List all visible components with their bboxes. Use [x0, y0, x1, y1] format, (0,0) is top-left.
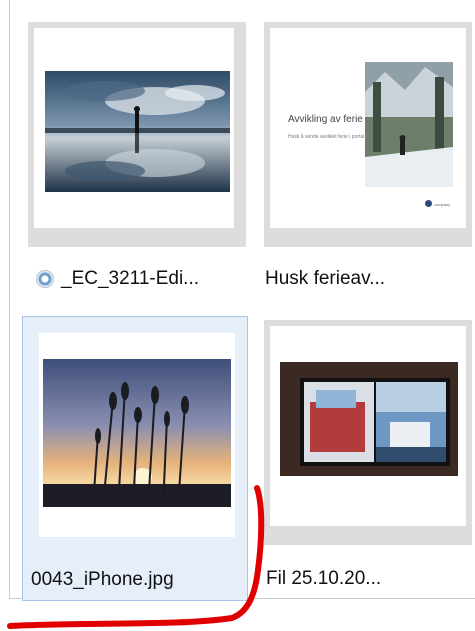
company-logo-icon	[425, 200, 432, 207]
file-tile-husk-ferieav[interactable]: Avvikling av ferie Husk å sende avviklet…	[260, 18, 475, 298]
mountain-snow-image	[365, 62, 453, 187]
file-name-label: _EC_3211-Edi...	[61, 268, 200, 289]
thumbnail-slide-mountain-photo	[365, 62, 453, 187]
thumbnail-frame	[264, 320, 472, 545]
file-tile-ec3211[interactable]: _EC_3211-Edi...	[24, 18, 250, 298]
slide-subtitle-text: Husk å sende avviklet ferie i portal	[288, 134, 365, 140]
lake-reflection-image	[45, 71, 230, 192]
thumbnail-frame: Avvikling av ferie Husk å sende avviklet…	[264, 22, 472, 247]
reeds-sunset-image	[43, 359, 231, 507]
file-name-label: Fil 25.10.20...	[266, 568, 382, 589]
thumbnail-paper: Avvikling av ferie Husk å sende avviklet…	[270, 28, 466, 228]
pane-divider-left	[9, 0, 10, 598]
thumbnail-reeds-sunset-photo	[43, 359, 231, 507]
thumbnail-frame	[28, 22, 246, 247]
thumbnail-lake-reflection-photo	[45, 71, 230, 192]
file-name-label: 0043_iPhone.jpg	[31, 569, 174, 590]
thumbnail-tv-screen-photo	[280, 362, 458, 476]
thumbnail-paper	[270, 326, 466, 526]
tv-screen-image	[280, 362, 458, 476]
thumbnail-paper	[34, 28, 234, 228]
file-name-label: Husk ferieav...	[265, 268, 386, 289]
media-player-icon	[36, 270, 54, 288]
thumbnail-paper	[39, 333, 235, 537]
company-logo-text: company	[434, 202, 451, 207]
file-tile-0043-iphone[interactable]: 0043_iPhone.jpg	[22, 316, 248, 601]
file-browser-grid: _EC_3211-Edi... Avvikling av ferie Husk …	[0, 0, 475, 631]
file-tile-fil-25-10-20[interactable]: Fil 25.10.20...	[260, 316, 475, 601]
slide-title-text: Avvikling av ferie	[288, 114, 363, 125]
